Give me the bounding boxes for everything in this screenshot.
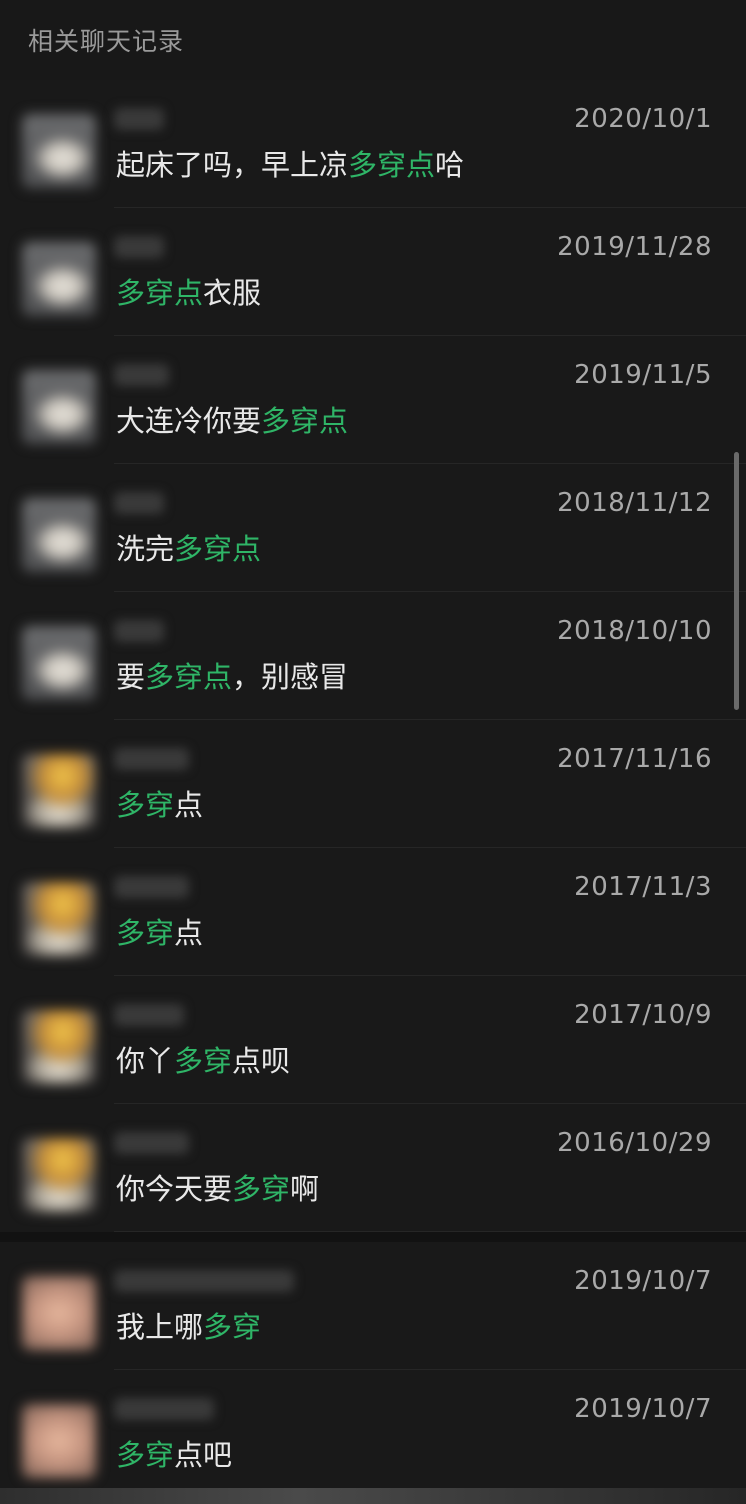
message-text: 你今天要 — [116, 1172, 233, 1206]
chat-record-item[interactable]: 2019/11/5 大连冷你要多穿点 — [0, 336, 746, 464]
keyword-highlight: 多穿点 — [348, 148, 436, 182]
message-date: 2019/10/7 — [574, 1394, 712, 1424]
message-text: 啊 — [290, 1172, 320, 1206]
keyword-highlight: 多穿点 — [261, 404, 349, 438]
message-text: 大连冷你要 — [116, 404, 262, 438]
group-separator — [0, 1232, 746, 1242]
contact-name-blurred — [114, 236, 164, 258]
message-preview: 多穿点衣服 — [116, 270, 261, 312]
divider — [114, 1231, 746, 1232]
avatar — [22, 498, 96, 572]
chat-record-item[interactable]: 2017/11/16 多穿点 — [0, 720, 746, 848]
avatar — [22, 242, 96, 316]
avatar — [22, 1138, 96, 1212]
message-text: 哈 — [435, 148, 465, 182]
message-preview: 你丫多穿点呗 — [116, 1038, 290, 1080]
contact-name-blurred — [114, 492, 164, 514]
chat-record-item[interactable]: 2020/10/1 起床了吗，早上凉多穿点哈 — [0, 80, 746, 208]
avatar — [22, 754, 96, 828]
avatar — [22, 114, 96, 188]
chat-group: 2020/10/1 起床了吗，早上凉多穿点哈 2019/11/28 多穿点衣服 2019… — [0, 80, 746, 1232]
message-text: 洗完 — [116, 532, 175, 566]
chat-record-item[interactable]: 2019/10/7 我上哪多穿 — [0, 1242, 746, 1370]
contact-name-blurred — [114, 748, 189, 770]
message-text: 起床了吗，早上凉 — [116, 148, 349, 182]
contact-name-blurred — [114, 1004, 184, 1026]
message-text: ，别感冒 — [232, 660, 349, 694]
message-preview: 多穿点 — [116, 782, 203, 824]
contact-name-blurred — [114, 620, 164, 642]
message-preview: 你今天要多穿啊 — [116, 1166, 319, 1208]
message-text: 点呗 — [232, 1044, 291, 1078]
avatar — [22, 1404, 96, 1478]
message-date: 2018/11/12 — [557, 488, 712, 518]
avatar — [22, 370, 96, 444]
message-date: 2016/10/29 — [557, 1128, 712, 1158]
keyword-highlight: 多穿 — [174, 1044, 233, 1078]
message-date: 2020/10/1 — [574, 104, 712, 134]
keyword-highlight: 多穿 — [232, 1172, 291, 1206]
chat-record-item[interactable]: 2016/10/29 你今天要多穿啊 — [0, 1104, 746, 1232]
message-preview: 多穿点 — [116, 910, 203, 952]
message-date: 2019/10/7 — [574, 1266, 712, 1296]
chat-record-item[interactable]: 2019/10/7 多穿点吧 — [0, 1370, 746, 1498]
message-date: 2018/10/10 — [557, 616, 712, 646]
message-text: 点 — [174, 916, 204, 950]
scrollbar[interactable] — [734, 452, 739, 710]
message-preview: 要多穿点，别感冒 — [116, 654, 348, 696]
message-date: 2019/11/5 — [574, 360, 712, 390]
chat-group: 2019/10/7 我上哪多穿 2019/10/7 多穿点吧 — [0, 1242, 746, 1498]
contact-name-blurred — [114, 1270, 294, 1292]
message-preview: 我上哪多穿 — [116, 1304, 261, 1346]
section-title: 相关聊天记录 — [28, 27, 185, 56]
contact-name-blurred — [114, 1398, 214, 1420]
message-text: 我上哪 — [116, 1310, 204, 1344]
message-preview: 多穿点吧 — [116, 1432, 232, 1474]
message-preview: 起床了吗，早上凉多穿点哈 — [116, 142, 464, 184]
message-text: 你丫 — [116, 1044, 175, 1078]
chat-record-list[interactable]: 2020/10/1 起床了吗，早上凉多穿点哈 2019/11/28 多穿点衣服 2019… — [0, 80, 746, 1498]
avatar — [22, 626, 96, 700]
keyword-highlight: 多穿点 — [145, 660, 233, 694]
avatar — [22, 1010, 96, 1084]
keyword-highlight: 多穿 — [116, 916, 175, 950]
bottom-edge — [0, 1488, 746, 1504]
message-text: 点 — [174, 788, 204, 822]
message-text: 衣服 — [203, 276, 262, 310]
contact-name-blurred — [114, 1132, 189, 1154]
chat-record-item[interactable]: 2017/10/9 你丫多穿点呗 — [0, 976, 746, 1104]
keyword-highlight: 多穿点 — [174, 532, 262, 566]
section-header: 相关聊天记录 — [0, 0, 746, 80]
message-preview: 大连冷你要多穿点 — [116, 398, 348, 440]
keyword-highlight: 多穿点 — [116, 276, 204, 310]
avatar — [22, 1276, 96, 1350]
message-date: 2017/11/3 — [574, 872, 712, 902]
chat-record-item[interactable]: 2018/10/10 要多穿点，别感冒 — [0, 592, 746, 720]
message-date: 2017/11/16 — [557, 744, 712, 774]
contact-name-blurred — [114, 364, 169, 386]
message-date: 2017/10/9 — [574, 1000, 712, 1030]
contact-name-blurred — [114, 876, 189, 898]
avatar — [22, 882, 96, 956]
chat-search-results-page: 相关聊天记录 2020/10/1 起床了吗，早上凉多穿点哈 2019/11/28 多穿… — [0, 0, 746, 1504]
keyword-highlight: 多穿 — [116, 788, 175, 822]
message-date: 2019/11/28 — [557, 232, 712, 262]
keyword-highlight: 多穿 — [116, 1438, 175, 1472]
message-preview: 洗完多穿点 — [116, 526, 261, 568]
message-text: 要 — [116, 660, 146, 694]
chat-record-item[interactable]: 2017/11/3 多穿点 — [0, 848, 746, 976]
chat-record-item[interactable]: 2019/11/28 多穿点衣服 — [0, 208, 746, 336]
chat-record-item[interactable]: 2018/11/12 洗完多穿点 — [0, 464, 746, 592]
contact-name-blurred — [114, 108, 164, 130]
message-text: 点吧 — [174, 1438, 233, 1472]
keyword-highlight: 多穿 — [203, 1310, 262, 1344]
